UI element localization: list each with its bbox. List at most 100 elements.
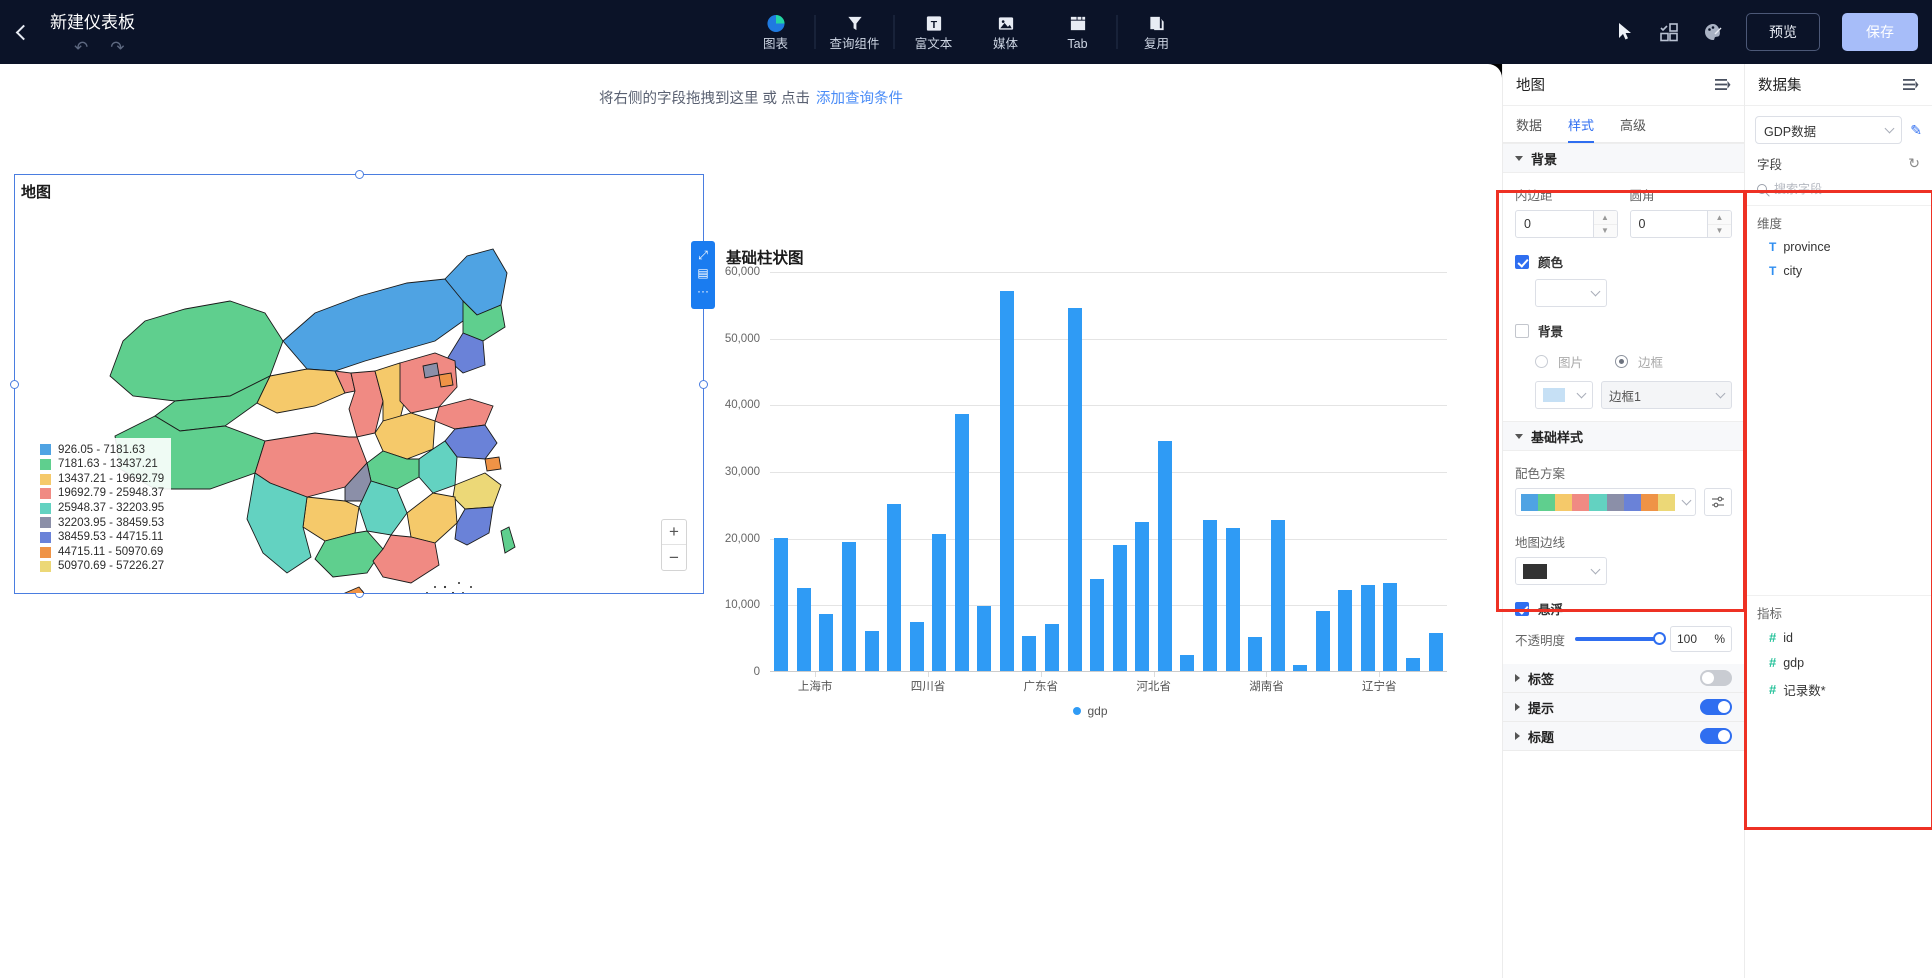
bar[interactable] [1225,527,1240,671]
tool-reuse[interactable]: 复用 [1121,14,1193,51]
refresh-icon[interactable]: ↻ [1908,155,1920,172]
bar-cell[interactable] [1312,272,1335,671]
opacity-slider-knob[interactable] [1653,632,1666,645]
radius-stepper-arrows[interactable]: ▲ ▼ [1707,211,1731,237]
bar[interactable] [1383,583,1398,671]
border-color-select[interactable] [1535,381,1593,409]
bar-cell[interactable] [1266,272,1289,671]
save-button[interactable]: 保存 [1842,13,1918,51]
layout-icon[interactable] [1658,21,1680,43]
field-item-city[interactable]: T city [1745,259,1932,283]
bar[interactable] [1406,658,1421,671]
bar-cell[interactable] [973,272,996,671]
pencil-icon[interactable]: ✎ [1910,122,1922,139]
bar[interactable] [887,504,902,671]
bar-cell[interactable] [1131,272,1154,671]
tool-chart[interactable]: 图表 [740,14,812,51]
section-basic-header[interactable]: 基础样式 [1503,421,1744,451]
tab-data[interactable]: 数据 [1516,106,1542,143]
redo-icon[interactable]: ↷ [110,39,124,56]
bar[interactable] [977,606,992,671]
more-icon[interactable]: ··· [697,284,709,298]
tooltip-toggle[interactable] [1700,699,1732,715]
bar-cell[interactable] [1334,272,1357,671]
bar[interactable] [864,631,879,671]
border-style-select[interactable]: 边框1 [1601,381,1732,409]
search-input[interactable]: 搜索字段 [1774,180,1822,197]
background-checkbox-row[interactable]: 背景 [1515,321,1732,340]
color-checkbox[interactable] [1515,254,1529,269]
bar-cell[interactable] [1289,272,1312,671]
undo-icon[interactable]: ↶ [74,39,88,56]
bar-cell[interactable] [996,272,1019,671]
bar[interactable] [1157,441,1172,671]
bar[interactable] [1045,623,1060,671]
padding-stepper[interactable]: 0 ▲ ▼ [1515,210,1618,238]
bar-cell[interactable] [928,272,951,671]
title-toggle[interactable] [1700,728,1732,744]
tool-query[interactable]: 查询组件 [819,14,891,51]
bar-chart-widget[interactable]: ⤢ ▤ ··· 基础柱状图 0 10,000 20,000 30,000 40,000 5… [691,238,1463,731]
list-menu-icon[interactable] [1903,78,1919,92]
float-checkbox[interactable] [1515,601,1529,616]
dataset-select[interactable]: GDP数据 [1755,116,1903,144]
bar-cell[interactable] [1108,272,1131,671]
field-item-id[interactable]: # id [1745,625,1932,650]
map-zoom-controls[interactable]: + − [661,519,687,571]
bar-cell[interactable] [951,272,974,671]
tab-advanced[interactable]: 高级 [1620,106,1646,143]
bar[interactable] [1315,611,1330,671]
bar[interactable] [1135,521,1150,671]
bar-cell[interactable] [770,272,793,671]
bar-cell[interactable] [1176,272,1199,671]
bar[interactable] [1202,520,1217,671]
bar[interactable] [1067,307,1082,671]
bar[interactable] [1090,579,1105,671]
bar-cell[interactable] [883,272,906,671]
bar-cell[interactable] [1244,272,1267,671]
field-item-province[interactable]: T province [1745,235,1932,259]
color-select[interactable] [1535,279,1607,307]
resize-handle-top[interactable] [355,170,364,179]
tab-style[interactable]: 样式 [1568,106,1595,143]
bar-cell[interactable] [1424,272,1447,671]
preview-button[interactable]: 预览 [1746,13,1820,51]
color-scheme-select[interactable] [1515,488,1696,516]
radio-image[interactable] [1535,355,1548,368]
bar-cell[interactable] [860,272,883,671]
bar[interactable] [999,291,1014,671]
bar-cell[interactable] [1018,272,1041,671]
bar[interactable] [909,622,924,671]
data-view-icon[interactable]: ▤ [697,266,708,280]
bar[interactable] [1428,633,1443,671]
filter-dropzone[interactable]: 将右侧的字段拖拽到这里 或 点击 添加查询条件 [0,64,1502,130]
bar[interactable] [1022,636,1037,671]
sliders-icon[interactable] [1704,488,1732,516]
list-menu-icon[interactable] [1715,78,1731,92]
radius-stepper[interactable]: 0 ▲ ▼ [1629,210,1732,238]
section-background-header[interactable]: 背景 [1503,143,1744,173]
color-checkbox-row[interactable]: 颜色 [1515,252,1732,271]
bar[interactable] [1180,655,1195,671]
tool-richtext[interactable]: T 富文本 [898,14,970,51]
widget-tool-pill[interactable]: ⤢ ▤ ··· [691,241,715,309]
bar-cell[interactable] [815,272,838,671]
palette-icon[interactable] [1702,21,1724,43]
bar[interactable] [1360,585,1375,671]
bar-cell[interactable] [1357,272,1380,671]
stepper-down-icon[interactable]: ▼ [1708,224,1731,237]
labels-toggle[interactable] [1700,670,1732,686]
section-tooltip[interactable]: 提示 [1503,693,1744,722]
add-filter-link[interactable]: 添加查询条件 [816,87,903,108]
bar-cell[interactable] [793,272,816,671]
zoom-out-button[interactable]: − [662,545,686,570]
bar[interactable] [1270,519,1285,671]
bar[interactable] [1248,637,1263,671]
bar-cell[interactable] [1086,272,1109,671]
background-checkbox[interactable] [1515,323,1529,338]
bar-cell[interactable] [905,272,928,671]
map-widget[interactable]: 地图 926.05 - 7181.63 7181.63 - 13437.21 1… [10,170,708,598]
field-item-gdp[interactable]: # gdp [1745,650,1932,675]
field-search[interactable]: 搜索字段 [1745,177,1932,205]
bar[interactable] [932,533,947,671]
